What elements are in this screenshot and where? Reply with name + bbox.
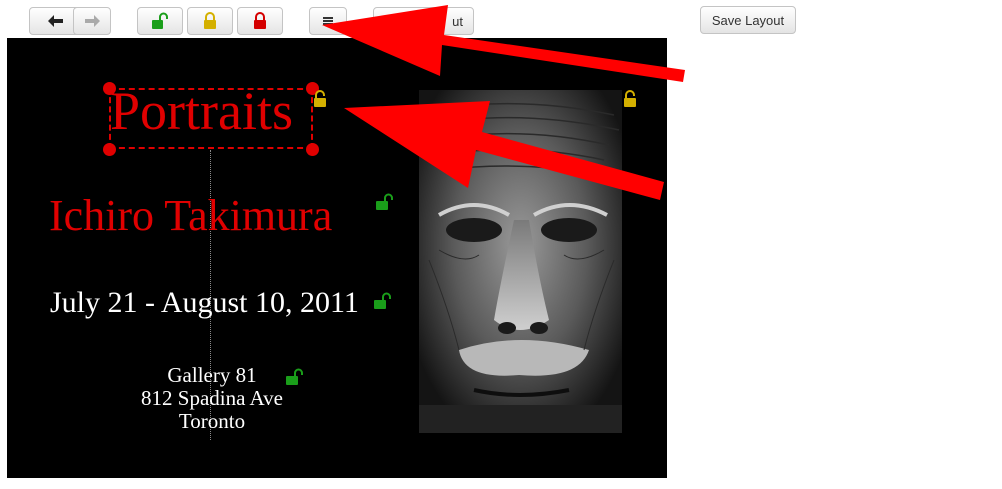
annotation-arrow bbox=[344, 101, 664, 200]
annotation-arrows bbox=[322, 5, 685, 200]
annotation-arrow bbox=[322, 5, 685, 82]
